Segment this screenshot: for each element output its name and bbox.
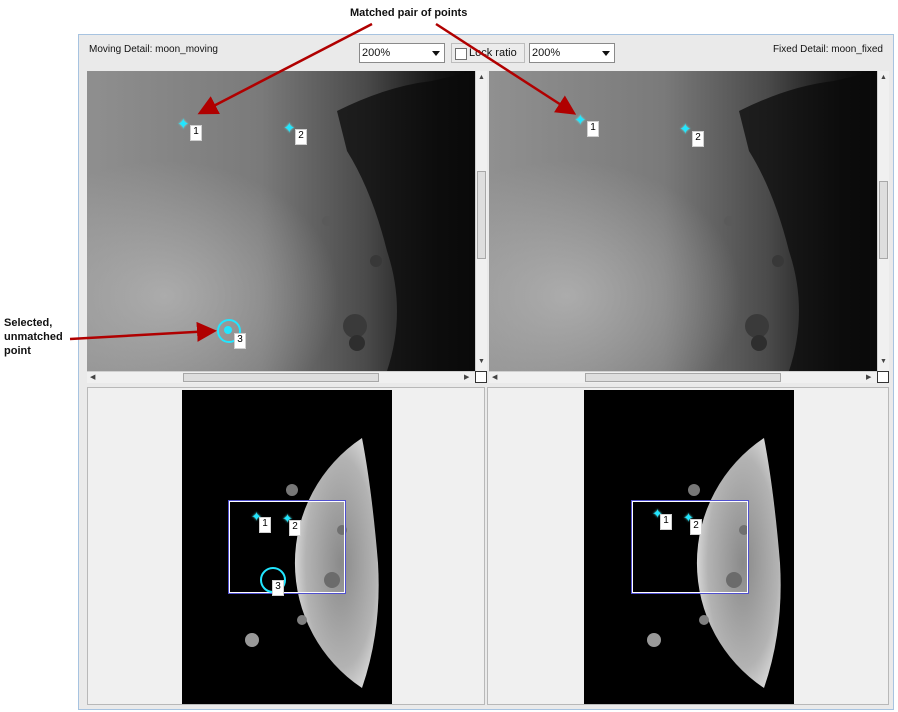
scroll-thumb[interactable]	[585, 373, 781, 382]
moving-detail-vscroll[interactable]: ▲ ▼	[475, 71, 487, 371]
scroll-left-arrow-icon[interactable]: ◀	[492, 374, 497, 382]
point-marker-icon[interactable]: ✦	[283, 121, 296, 136]
point-label-1: 1	[660, 514, 672, 530]
callout-line-2: unmatched	[4, 331, 63, 343]
moving-detail-view[interactable]: ✦ 1 ✦ 2 3	[87, 71, 475, 371]
scroll-thumb[interactable]	[879, 181, 888, 259]
scroll-thumb[interactable]	[477, 171, 486, 259]
scroll-right-arrow-icon[interactable]: ▶	[866, 374, 871, 382]
point-label-2: 2	[289, 520, 301, 536]
scroll-left-arrow-icon[interactable]: ◀	[90, 374, 95, 382]
moving-zoom-select[interactable]: 200%	[359, 43, 445, 63]
point-marker-icon[interactable]: ✦	[574, 113, 587, 128]
fixed-detail-vscroll[interactable]: ▲ ▼	[877, 71, 889, 371]
fixed-detail-image	[489, 71, 877, 371]
selected-point-dot-icon	[224, 326, 232, 334]
moving-scroll-corner	[475, 371, 487, 383]
control-point-tool-window: Moving Detail: moon_moving 200% Lock rat…	[78, 34, 894, 710]
fixed-scroll-corner	[877, 371, 889, 383]
point-label-3: 3	[234, 333, 246, 349]
moving-detail-hscroll[interactable]: ◀ ▶	[87, 371, 475, 383]
callout-selected-unmatched: Selected, unmatched point	[4, 316, 74, 358]
point-marker-icon[interactable]: ✦	[679, 122, 692, 137]
callout-line-1: Selected,	[4, 317, 53, 329]
lock-ratio-checkbox[interactable]	[455, 48, 467, 60]
scroll-up-arrow-icon[interactable]: ▲	[478, 74, 485, 82]
point-label-1: 1	[190, 125, 202, 141]
point-marker-icon[interactable]: ✦	[177, 117, 190, 132]
point-label-2: 2	[692, 131, 704, 147]
callout-matched-pair: Matched pair of points	[350, 7, 468, 19]
fixed-zoom-select[interactable]: 200%	[529, 43, 615, 63]
point-label-2: 2	[295, 129, 307, 145]
point-label-3: 3	[272, 580, 284, 596]
scroll-down-arrow-icon[interactable]: ▼	[478, 358, 485, 366]
point-label-1: 1	[259, 517, 271, 533]
lock-ratio-label: Lock ratio	[469, 47, 517, 59]
fixed-overview-view[interactable]: ✦ 1 ✦ 2	[487, 387, 889, 705]
moving-overview-view[interactable]: ✦ 1 ✦ 2 3	[87, 387, 485, 705]
scroll-thumb[interactable]	[183, 373, 379, 382]
scroll-down-arrow-icon[interactable]: ▼	[880, 358, 887, 366]
moving-detail-label: Moving Detail: moon_moving	[89, 44, 218, 55]
callout-line-3: point	[4, 345, 31, 357]
scroll-right-arrow-icon[interactable]: ▶	[464, 374, 469, 382]
point-label-1: 1	[587, 121, 599, 137]
fixed-detail-view[interactable]: ✦ 1 ✦ 2	[489, 71, 877, 371]
fixed-detail-hscroll[interactable]: ◀ ▶	[489, 371, 877, 383]
scroll-up-arrow-icon[interactable]: ▲	[880, 74, 887, 82]
lock-ratio-toggle[interactable]: Lock ratio	[451, 43, 525, 63]
point-label-2: 2	[690, 519, 702, 535]
chevron-down-icon	[432, 51, 440, 56]
moving-zoom-value: 200%	[362, 47, 391, 59]
fixed-detail-label: Fixed Detail: moon_fixed	[772, 44, 883, 55]
chevron-down-icon	[602, 51, 610, 56]
moving-detail-image	[87, 71, 475, 371]
fixed-zoom-value: 200%	[532, 47, 561, 59]
